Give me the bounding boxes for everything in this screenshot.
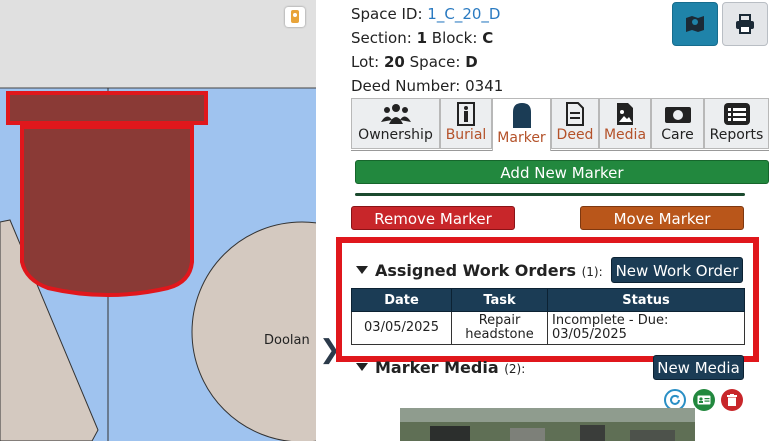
tab-label: Burial bbox=[445, 127, 487, 143]
lot-label: Lot: bbox=[351, 53, 380, 71]
map-button[interactable] bbox=[672, 2, 718, 46]
caret-down-icon bbox=[356, 362, 368, 371]
table-row[interactable]: 03/05/2025 Repair headstone Incomplete -… bbox=[351, 311, 745, 345]
work-orders-title: Assigned Work Orders bbox=[375, 261, 577, 280]
new-media-button[interactable]: New Media bbox=[653, 355, 744, 380]
tab-deed[interactable]: Deed bbox=[551, 98, 599, 149]
column-header-status[interactable]: Status bbox=[547, 288, 745, 312]
work-orders-header[interactable]: Assigned Work Orders (1): bbox=[356, 261, 603, 280]
map-view[interactable]: Doolan bbox=[0, 0, 316, 441]
column-header-date[interactable]: Date bbox=[351, 288, 452, 312]
tab-label: Deed bbox=[556, 127, 594, 143]
person-standing-icon bbox=[457, 102, 475, 126]
tab-care[interactable]: Care bbox=[651, 98, 704, 149]
column-header-task[interactable]: Task bbox=[451, 288, 548, 312]
move-marker-button[interactable]: Move Marker bbox=[580, 206, 744, 230]
headstone-icon bbox=[512, 103, 531, 128]
block-label: Block: bbox=[431, 29, 478, 47]
work-order-date: 03/05/2025 bbox=[351, 311, 452, 345]
lot-value: 20 bbox=[384, 53, 405, 71]
tab-media[interactable]: Media bbox=[599, 98, 651, 149]
tab-burial[interactable]: Burial bbox=[440, 98, 492, 149]
deed-number: Deed Number: 0341 bbox=[351, 77, 504, 95]
section-label: Section: bbox=[351, 29, 412, 47]
space-label: Space: bbox=[409, 53, 461, 71]
id-card-button[interactable] bbox=[693, 389, 715, 411]
money-icon bbox=[664, 107, 691, 123]
caret-down-icon bbox=[356, 265, 368, 274]
trash-icon bbox=[727, 394, 737, 406]
document-icon bbox=[566, 102, 584, 126]
printer-icon bbox=[736, 14, 754, 34]
divider bbox=[355, 193, 745, 196]
map-plot-highlight-top[interactable] bbox=[6, 91, 208, 125]
tab-label: Media bbox=[603, 127, 647, 143]
add-new-marker-button[interactable]: Add New Marker bbox=[355, 160, 769, 184]
new-work-order-button[interactable]: New Work Order bbox=[611, 257, 743, 283]
tab-label: Ownership bbox=[358, 127, 433, 143]
tab-label: Reports bbox=[709, 127, 764, 143]
people-icon bbox=[380, 104, 411, 124]
map-icon bbox=[686, 16, 704, 32]
section-block-line: Section: 1 Block: C bbox=[351, 29, 493, 47]
panel-tabs: Ownership Burial Marker Deed Media Care bbox=[351, 98, 769, 151]
delete-button[interactable] bbox=[721, 389, 743, 411]
space-id-label: Space ID: bbox=[351, 5, 423, 23]
work-orders-table: Date Task Status 03/05/2025 Repair heads… bbox=[351, 288, 745, 345]
block-value: C bbox=[482, 29, 494, 47]
space-id-link[interactable]: 1_C_20_D bbox=[427, 5, 500, 23]
work-order-status: Incomplete - Due: 03/05/2025 bbox=[547, 311, 745, 345]
marker-media-header[interactable]: Marker Media (2): bbox=[356, 358, 525, 377]
refresh-icon bbox=[670, 394, 680, 405]
work-order-task: Repair headstone bbox=[451, 311, 548, 345]
map-plot-highlight-marker[interactable] bbox=[20, 125, 194, 297]
marker-media-thumbnail[interactable] bbox=[400, 408, 695, 441]
map-plot-label: Doolan bbox=[264, 333, 310, 348]
section-value: 1 bbox=[416, 29, 428, 47]
tab-label: Care bbox=[661, 127, 694, 143]
tab-label: Marker bbox=[497, 130, 546, 146]
location-pin-icon[interactable] bbox=[285, 7, 305, 27]
tab-reports[interactable]: Reports bbox=[704, 98, 769, 149]
lot-space-line: Lot: 20 Space: D bbox=[351, 53, 478, 71]
marker-media-title: Marker Media bbox=[375, 358, 499, 377]
id-card-icon bbox=[697, 395, 711, 405]
space-value: D bbox=[465, 53, 478, 71]
space-id-line: Space ID: 1_C_20_D bbox=[351, 5, 500, 23]
image-file-icon bbox=[617, 103, 633, 125]
tab-ownership[interactable]: Ownership bbox=[351, 98, 440, 149]
tab-marker[interactable]: Marker bbox=[492, 98, 551, 151]
remove-marker-button[interactable]: Remove Marker bbox=[351, 206, 515, 230]
list-icon bbox=[723, 103, 750, 125]
work-orders-count: (1): bbox=[581, 265, 603, 279]
print-button[interactable] bbox=[722, 2, 768, 46]
marker-media-count: (2): bbox=[504, 362, 526, 376]
